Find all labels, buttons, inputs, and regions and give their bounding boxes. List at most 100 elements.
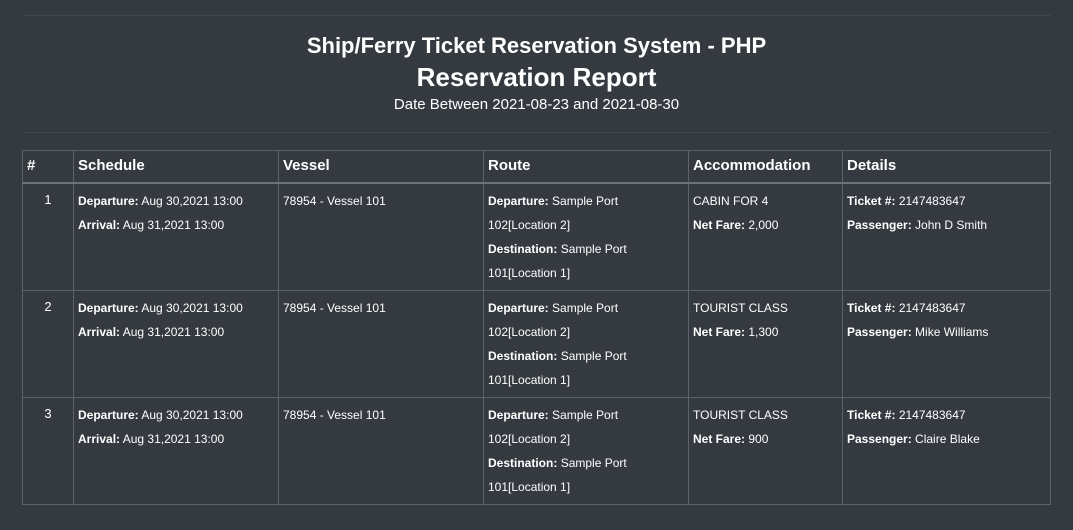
route-departure-location: 102[Location 2] [488, 324, 571, 339]
ticket-number-label: Ticket #: [847, 300, 896, 315]
net-fare: Net Fare: 2,000 [693, 213, 838, 237]
route-cell: Departure: Sample Port 102[Location 2] Des… [483, 289, 689, 398]
route-cell: Departure: Sample Port 102[Location 2] Des… [483, 396, 689, 505]
schedule-departure-value: Aug 30,2021 13:00 [141, 193, 243, 208]
schedule-cell: Departure: Aug 30,2021 13:00 Arrival: Aug… [73, 396, 279, 505]
schedule-departure-label: Departure: [78, 407, 139, 422]
schedule-cell: Departure: Aug 30,2021 13:00 Arrival: Aug… [73, 289, 279, 398]
accommodation-name: TOURIST CLASS [693, 300, 788, 315]
table-header-row: # Schedule Vessel Route Accommodation De… [22, 150, 1051, 184]
column-header-details: Details [842, 150, 1051, 184]
ticket-number-value: 2147483647 [898, 300, 966, 315]
route-destination-value: Sample Port [560, 348, 627, 363]
route-destination-label: Destination: [488, 348, 558, 363]
ticket-number-label: Ticket #: [847, 407, 896, 422]
vessel-cell: 78954 - Vessel 101 [278, 396, 484, 505]
schedule-arrival: Arrival: Aug 31,2021 13:00 [78, 320, 274, 344]
route-destination-value: Sample Port [560, 455, 627, 470]
route-departure-value: Sample Port [552, 300, 619, 315]
passenger-name: Passenger: Mike Williams [847, 320, 1046, 344]
column-header-route: Route [483, 150, 689, 184]
schedule-arrival-label: Arrival: [78, 217, 121, 232]
top-divider [22, 15, 1051, 16]
accommodation-cell: TOURIST CLASS Net Fare: 900 [688, 396, 843, 505]
accommodation-cell: CABIN FOR 4 Net Fare: 2,000 [688, 182, 843, 291]
schedule-departure: Departure: Aug 30,2021 13:00 [78, 189, 274, 213]
ticket-number-value: 2147483647 [898, 193, 966, 208]
route-destination-location: 101[Location 1] [488, 372, 571, 387]
route-departure-value: Sample Port [552, 407, 619, 422]
net-fare: Net Fare: 1,300 [693, 320, 838, 344]
details-cell: Ticket #: 2147483647 Passenger: Claire Bl… [842, 396, 1051, 505]
route-cell: Departure: Sample Port 102[Location 2] Des… [483, 182, 689, 291]
schedule-arrival: Arrival: Aug 31,2021 13:00 [78, 213, 274, 237]
report-title: Reservation Report [416, 62, 657, 92]
route-departure-label: Departure: [488, 407, 549, 422]
route-departure-value: Sample Port [552, 193, 619, 208]
vessel-name: 78954 - Vessel 101 [283, 407, 386, 422]
schedule-arrival-value: Aug 31,2021 13:00 [122, 217, 225, 232]
route-destination-location: 101[Location 1] [488, 265, 571, 280]
column-header-schedule: Schedule [73, 150, 279, 184]
route-departure-label: Departure: [488, 193, 549, 208]
vessel-cell: 78954 - Vessel 101 [278, 289, 484, 398]
accommodation-name: CABIN FOR 4 [693, 193, 769, 208]
ticket-number: Ticket #: 2147483647 [847, 189, 1046, 213]
details-cell: Ticket #: 2147483647 Passenger: John D Sm… [842, 182, 1051, 291]
route-departure: Departure: Sample Port [488, 189, 684, 213]
report-page: Ship/Ferry Ticket Reservation System - P… [0, 0, 1073, 530]
column-header-number: # [22, 150, 74, 184]
route-destination-label: Destination: [488, 241, 558, 256]
accommodation-cell: TOURIST CLASS Net Fare: 1,300 [688, 289, 843, 398]
schedule-arrival-value: Aug 31,2021 13:00 [122, 431, 225, 446]
schedule-arrival-value: Aug 31,2021 13:00 [122, 324, 225, 339]
route-destination-value: Sample Port [560, 241, 627, 256]
schedule-departure-value: Aug 30,2021 13:00 [141, 407, 243, 422]
schedule-departure: Departure: Aug 30,2021 13:00 [78, 296, 274, 320]
passenger-name-value: Claire Blake [915, 431, 980, 446]
route-destination: Destination: Sample Port [488, 237, 684, 261]
schedule-arrival: Arrival: Aug 31,2021 13:00 [78, 427, 274, 451]
passenger-name: Passenger: John D Smith [847, 213, 1046, 237]
vessel-name: 78954 - Vessel 101 [283, 193, 386, 208]
passenger-name-value: Mike Williams [915, 324, 989, 339]
passenger-name: Passenger: Claire Blake [847, 427, 1046, 451]
table-row: 2 Departure: Aug 30,2021 13:00 Arrival: Au… [22, 289, 1051, 398]
route-destination: Destination: Sample Port [488, 344, 684, 368]
ticket-number: Ticket #: 2147483647 [847, 403, 1046, 427]
row-number: 3 [22, 396, 74, 505]
schedule-arrival-label: Arrival: [78, 324, 121, 339]
accommodation-name: TOURIST CLASS [693, 407, 788, 422]
schedule-departure-value: Aug 30,2021 13:00 [141, 300, 243, 315]
passenger-name-value: John D Smith [915, 217, 988, 232]
ticket-number-label: Ticket #: [847, 193, 896, 208]
vessel-name: 78954 - Vessel 101 [283, 300, 386, 315]
route-departure-location: 102[Location 2] [488, 431, 571, 446]
report-header: Ship/Ferry Ticket Reservation System - P… [0, 31, 1073, 117]
route-departure: Departure: Sample Port [488, 296, 684, 320]
table-row: 1 Departure: Aug 30,2021 13:00 Arrival: Au… [22, 182, 1051, 291]
net-fare-value: 2,000 [748, 217, 779, 232]
route-departure-label: Departure: [488, 300, 549, 315]
date-range: Date Between 2021-08-23 and 2021-08-30 [393, 96, 680, 113]
net-fare-value: 900 [748, 431, 769, 446]
column-header-vessel: Vessel [278, 150, 484, 184]
row-number: 1 [22, 182, 74, 291]
passenger-name-label: Passenger: [847, 324, 912, 339]
passenger-name-label: Passenger: [847, 431, 912, 446]
schedule-departure-label: Departure: [78, 193, 139, 208]
net-fare: Net Fare: 900 [693, 427, 838, 451]
system-name: Ship/Ferry Ticket Reservation System - P… [306, 33, 767, 58]
reservation-table: # Schedule Vessel Route Accommodation De… [22, 150, 1051, 505]
header-divider [22, 132, 1051, 133]
net-fare-label: Net Fare: [693, 217, 746, 232]
column-header-accommodation: Accommodation [688, 150, 843, 184]
schedule-departure: Departure: Aug 30,2021 13:00 [78, 403, 274, 427]
net-fare-value: 1,300 [748, 324, 779, 339]
route-destination-label: Destination: [488, 455, 558, 470]
passenger-name-label: Passenger: [847, 217, 912, 232]
details-cell: Ticket #: 2147483647 Passenger: Mike Will… [842, 289, 1051, 398]
net-fare-label: Net Fare: [693, 324, 746, 339]
schedule-cell: Departure: Aug 30,2021 13:00 Arrival: Aug… [73, 182, 279, 291]
table-row: 3 Departure: Aug 30,2021 13:00 Arrival: Au… [22, 396, 1051, 505]
